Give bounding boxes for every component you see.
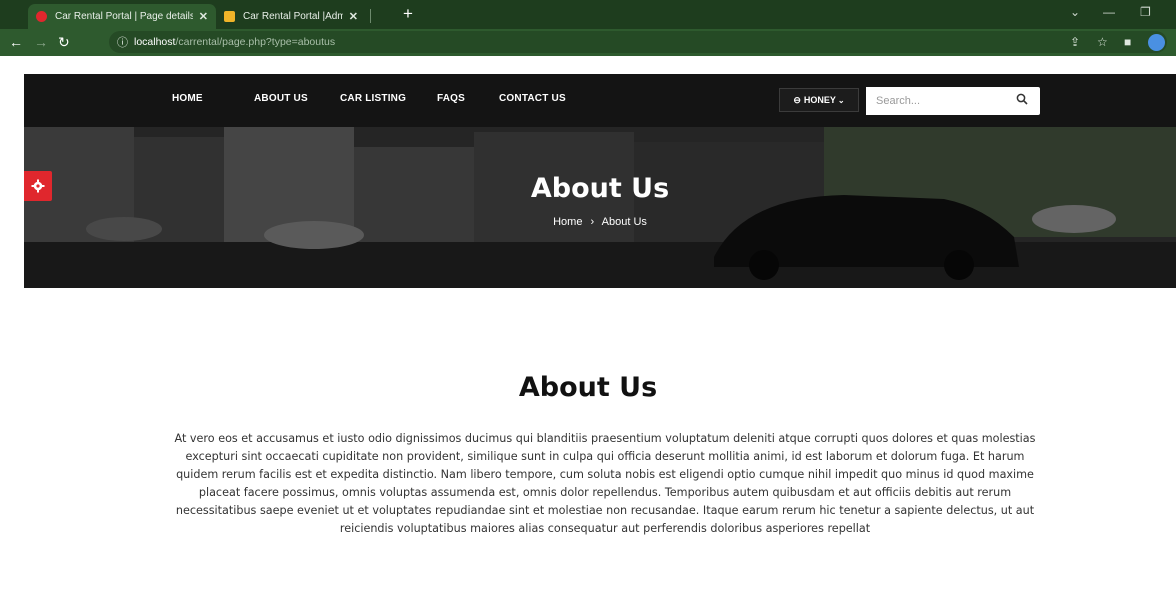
breadcrumb-current: About Us [601,216,647,228]
tab-title: Car Rental Portal |Admin Manag [243,11,343,22]
nav-item-contact-us[interactable]: CONTACT US [499,93,566,104]
share-icon[interactable]: ⇪ [1070,35,1080,49]
site-info-icon[interactable]: ⓘ [117,34,128,50]
url-field[interactable]: ⓘ localhost /carrental/page.php?type=abo… [109,31,1167,53]
hero-banner: About Us Home › About Us [24,127,1176,288]
chevron-down-icon: ⌄ [837,95,845,105]
hero-overlay [24,127,1176,288]
chevron-right-icon: › [590,216,595,228]
nav-item-home[interactable]: HOME [172,93,203,104]
bookmark-star-icon[interactable]: ☆ [1097,35,1108,49]
search-box [866,87,1040,115]
url-path: /carrental/page.php?type=aboutus [175,36,336,48]
tab-divider [370,9,371,23]
style-switcher-button[interactable] [24,171,52,201]
page-title: About Us [518,372,658,403]
hero-title: About Us [530,173,670,204]
search-input[interactable] [866,87,1006,115]
gear-icon [31,179,45,193]
user-name: HONEY [803,95,836,105]
browser-address-bar: ← → ↻ ⓘ localhost /carrental/page.php?ty… [0,29,1176,56]
nav-item-faqs[interactable]: FAQS [437,93,465,104]
tab-title: Car Rental Portal | Page details [55,11,193,22]
about-paragraph: At vero eos et accusamus et iusto odio d… [174,432,1036,535]
nav-item-about-us[interactable]: ABOUT US [254,93,308,104]
reload-icon[interactable]: ↻ [58,33,70,51]
browser-tab-page-details[interactable]: Car Rental Portal | Page details ✕ [28,4,216,29]
restore-icon[interactable]: ❐ [1140,5,1151,19]
side-panel-icon[interactable]: ■ [1124,35,1131,49]
browser-tab-admin[interactable]: Car Rental Portal |Admin Manag ✕ [216,4,366,29]
profile-avatar-icon[interactable] [1148,34,1165,51]
car-favicon-icon [36,11,47,22]
back-arrow-icon[interactable]: ← [9,33,23,51]
new-tab-button[interactable]: + [403,4,413,24]
url-host: localhost [134,36,176,48]
user-circle-icon: ⊖ [793,94,801,105]
breadcrumb-home-link[interactable]: Home [553,216,582,228]
search-icon[interactable] [1016,93,1028,105]
site-navbar: HOME ABOUT US CAR LISTING FAQS CONTACT U… [24,74,1176,127]
user-menu-button[interactable]: ⊖ HONEY ⌄ [779,88,859,112]
tab-search-icon[interactable]: ⌄ [1070,5,1080,19]
forward-arrow-icon[interactable]: → [34,33,48,51]
admin-favicon-icon [224,11,235,22]
close-icon[interactable]: ✕ [349,10,358,23]
close-icon[interactable]: ✕ [199,10,208,23]
nav-item-car-listing[interactable]: CAR LISTING [340,93,406,104]
minimize-icon[interactable]: — [1103,5,1115,19]
web-page: HOME ABOUT US CAR LISTING FAQS CONTACT U… [0,56,1176,590]
browser-tab-bar: Car Rental Portal | Page details ✕ Car R… [0,0,1176,29]
breadcrumb: Home › About Us [24,216,1176,228]
